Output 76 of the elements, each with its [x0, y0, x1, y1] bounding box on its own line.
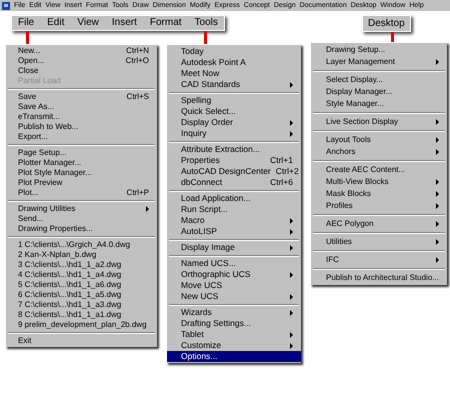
menu-item[interactable]: AEC Polygon	[311, 218, 447, 230]
menu-item[interactable]: Profiles	[311, 200, 447, 212]
menu-item[interactable]: Layer Management	[311, 56, 447, 68]
menu-item[interactable]: Drafting Settings...	[167, 318, 301, 329]
menu-item[interactable]: Plot Style Manager...	[6, 168, 157, 178]
menu-item[interactable]: Macro	[167, 215, 301, 226]
menu-item[interactable]: Today	[167, 46, 301, 57]
menu-item[interactable]: Page Setup...	[6, 148, 157, 158]
menu-item[interactable]: 3 C:\clients\...\hd1_1_a2.dwg	[6, 260, 157, 270]
menu-item[interactable]: Anchors	[311, 146, 447, 158]
menu-item[interactable]: Drawing Utilities	[6, 204, 157, 214]
menu-item[interactable]: Open... Ctrl+O	[6, 56, 157, 66]
menu-item[interactable]: Create AEC Content...	[311, 164, 447, 176]
menu-item[interactable]: Edit	[47, 18, 64, 28]
menu-item[interactable]: AutoLISP	[167, 226, 301, 237]
menu-item[interactable]: Attribute Extraction...	[167, 144, 301, 155]
menu-item[interactable]: Orthographic UCS	[167, 269, 301, 280]
menu-item[interactable]: Live Section Display	[311, 116, 447, 128]
menu-item[interactable]: Publish to Architectural Studio...	[311, 272, 447, 284]
menu-item[interactable]: Inquiry	[167, 128, 301, 139]
menu-item[interactable]: 7 C:\clients\...\hd1_1_a3.dwg	[6, 300, 157, 310]
menu-item[interactable]: Save As...	[6, 102, 157, 112]
menu-item[interactable]: Tablet	[167, 329, 301, 340]
menu-item[interactable]: Layout Tools	[311, 134, 447, 146]
menu-item[interactable]: Quick Select...	[167, 106, 301, 117]
menu-item[interactable]: Publish to Web...	[6, 122, 157, 132]
menu-item[interactable]: Wizards	[167, 307, 301, 318]
menu-item[interactable]: View	[77, 18, 99, 28]
menu-item[interactable]: Drawing Setup...	[311, 44, 447, 56]
menu-item[interactable]: Display Image	[167, 242, 301, 253]
menu-item[interactable]: Display Manager...	[311, 86, 447, 98]
menu-item[interactable]: Drawing Properties...	[6, 224, 157, 234]
menu-item[interactable]: New UCS	[167, 291, 301, 302]
menu-item[interactable]: Load Application...	[167, 193, 301, 204]
menu-item[interactable]: Options...	[167, 351, 301, 362]
menu-item[interactable]: Tools	[194, 18, 218, 28]
menu-item[interactable]: Exit	[6, 336, 157, 346]
menu-item[interactable]: Spelling	[167, 95, 301, 106]
menu-item[interactable]: 1 C:\clients\...\Grgich_A4.0.dwg	[6, 240, 157, 250]
menu-item[interactable]: AutoCAD DesignCenter Ctrl+2	[167, 166, 301, 177]
menu-item[interactable]: Display Order	[167, 117, 301, 128]
menu-item[interactable]: Style Manager...	[311, 98, 447, 110]
menu-item[interactable]: Properties Ctrl+1	[167, 155, 301, 166]
menu-item[interactable]: Save Ctrl+S	[6, 92, 157, 102]
menu-item[interactable]: Move UCS	[167, 280, 301, 291]
menu-item[interactable]: Multi-View Blocks	[311, 176, 447, 188]
menu-item[interactable]: 4 C:\clients\...\hd1_1_a4.dwg	[6, 270, 157, 280]
menu-item[interactable]: Select Display...	[311, 74, 447, 86]
menu-item[interactable]: 5 C:\clients\...\hd1_1_a6.dwg	[6, 280, 157, 290]
menu-item[interactable]: eTransmit...	[6, 112, 157, 122]
menu-item[interactable]: Format	[150, 18, 182, 28]
menu-item[interactable]: Customize	[167, 340, 301, 351]
menu-item[interactable]: Meet Now	[167, 68, 301, 79]
menu-item[interactable]: Plotter Manager...	[6, 158, 157, 168]
menu-item[interactable]: Close	[6, 66, 157, 76]
menu-item[interactable]: Desktop	[368, 18, 405, 28]
menu-item[interactable]: Autodesk Point A	[167, 57, 301, 68]
menu-item[interactable]: CAD Standards	[167, 79, 301, 90]
menu-item[interactable]: Send...	[6, 214, 157, 224]
menu-item[interactable]: Insert	[112, 18, 137, 28]
menu-item[interactable]: New... Ctrl+N	[6, 46, 157, 56]
menu-item[interactable]: Plot... Ctrl+P	[6, 188, 157, 198]
menu-item[interactable]: IFC	[311, 254, 447, 266]
menu-item[interactable]: Utilities	[311, 236, 447, 248]
menu-item[interactable]: 8 C:\clients\...\hd1_1_a1.dwg	[6, 310, 157, 320]
menu-item[interactable]: 6 C:\clients\...\hd1_1_a5.dwg	[6, 290, 157, 300]
app-icon[interactable]	[2, 2, 10, 10]
menu-item[interactable]: Named UCS...	[167, 258, 301, 269]
menu-item[interactable]: Plot Preview	[6, 178, 157, 188]
menu-item[interactable]: Export...	[6, 132, 157, 142]
menu-item[interactable]: Run Script...	[167, 204, 301, 215]
menu-item[interactable]: dbConnect Ctrl+6	[167, 177, 301, 188]
menu-item[interactable]: 2 Kan-X-Nplan_b.dwg	[6, 250, 157, 260]
menu-item[interactable]: 9 prelim_development_plan_2b.dwg	[6, 320, 157, 330]
menu-item[interactable]: File	[18, 18, 34, 28]
menu-item[interactable]: Mask Blocks	[311, 188, 447, 200]
